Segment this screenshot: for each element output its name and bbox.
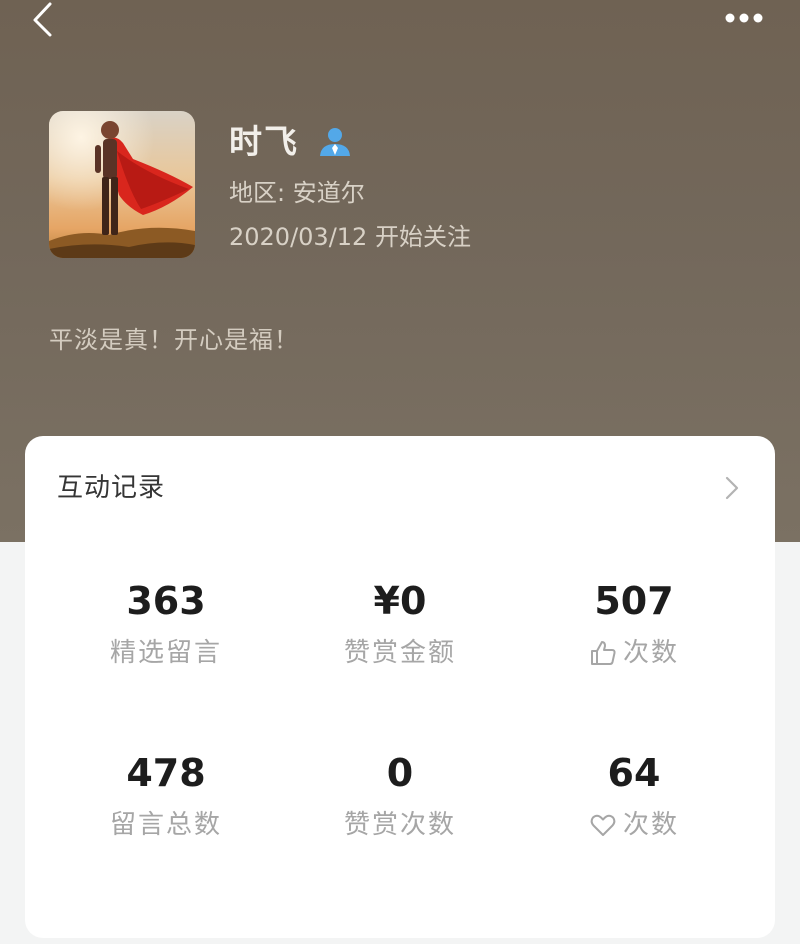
back-button[interactable] [26,0,60,40]
stat-label: 留言总数 [109,810,222,840]
thumbs-up-icon [590,641,616,665]
stat-value: 0 [386,751,414,795]
back-chevron-icon [33,2,52,37]
stat-value: 64 [607,751,661,795]
stat-like-count[interactable]: 507 次数 [509,576,759,672]
chevron-right-icon [725,476,739,500]
stat-total-comments[interactable]: 478 留言总数 [41,748,291,844]
stat-label: 精选留言 [109,638,222,668]
stat-label: 赞赏次数 [343,810,456,840]
avatar[interactable] [49,111,195,258]
person-badge-icon [317,124,353,158]
more-dots-icon [725,13,763,23]
stat-value: 363 [126,579,206,623]
interaction-records-link[interactable]: 互动记录 [25,436,775,540]
avatar-image [49,111,195,258]
interaction-title: 互动记录 [57,473,166,503]
stat-value: 478 [126,751,206,795]
stat-label: 次数 [622,810,679,840]
stat-reward-amount[interactable]: ¥0 赞赏金额 [275,576,525,672]
profile-bio: 平淡是真！开心是福！ [49,326,299,354]
profile-region: 地区: 安道尔 [229,179,365,207]
stat-value: ¥0 [373,579,427,623]
heart-icon [590,814,616,836]
stat-value: 507 [594,579,674,623]
follow-date: 2020/03/12 开始关注 [229,223,471,251]
stat-label: 次数 [622,638,679,668]
more-button[interactable] [716,4,772,30]
stat-reward-count[interactable]: 0 赞赏次数 [275,748,525,844]
stat-heart-count[interactable]: 64 次数 [509,748,759,844]
stat-label: 赞赏金额 [343,638,456,668]
stat-featured-comments[interactable]: 363 精选留言 [41,576,291,672]
interaction-card: 互动记录 363 精选留言 ¥0 赞赏金额 507 次数 478 留言总数 0 … [25,436,775,938]
profile-name: 时飞 [229,122,299,161]
